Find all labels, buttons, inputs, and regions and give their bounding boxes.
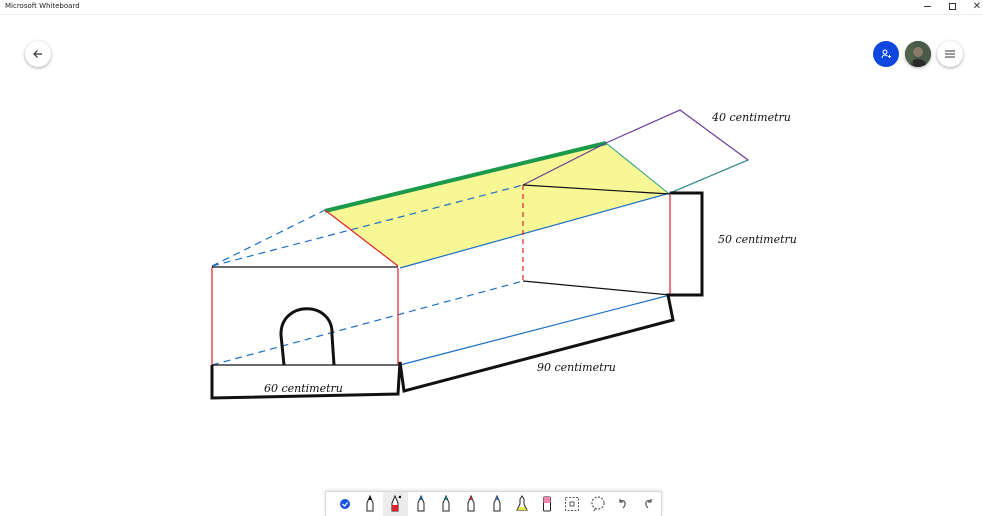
close-button[interactable]: ✕ (965, 0, 983, 13)
pen-teal-icon (442, 495, 450, 512)
select-check-icon (339, 499, 350, 509)
pen-blue[interactable] (408, 492, 433, 516)
lasso-tool[interactable] (585, 492, 610, 516)
pen-multicolor-icon (467, 495, 475, 512)
ink-drawing: 40 centimetru 50 centimetru 60 centimetr… (210, 109, 797, 400)
minimize-icon (923, 6, 931, 7)
label-top-depth: 40 centimetru (711, 111, 791, 124)
redo-icon (645, 499, 653, 509)
label-width: 60 centimetru (264, 382, 343, 395)
pen-teal[interactable] (433, 492, 458, 516)
close-icon: ✕ (972, 0, 982, 12)
pen-black[interactable] (357, 492, 382, 516)
pen-gradient-icon (493, 495, 501, 512)
ruler-tool[interactable] (560, 492, 585, 516)
undo-button[interactable] (610, 492, 635, 516)
lasso-icon (591, 496, 605, 512)
label-height: 50 centimetru (718, 233, 797, 246)
pen-multicolor[interactable] (459, 492, 484, 516)
maximize-icon (948, 3, 956, 10)
redo-button[interactable] (636, 492, 661, 516)
highlighter-tool[interactable] (509, 492, 534, 516)
select-tool[interactable] (332, 492, 357, 516)
whiteboard-canvas[interactable]: 40 centimetru 50 centimetru 60 centimetr… (0, 15, 983, 490)
eraser-tool[interactable] (535, 492, 560, 516)
highlighter-stroke (327, 143, 668, 268)
title-bar: Microsoft Whiteboard ✕ (0, 0, 983, 13)
pen-blue-icon (417, 495, 425, 512)
pen-red-icon (391, 495, 402, 512)
maximize-button[interactable] (940, 0, 964, 13)
pen-black-icon (366, 495, 374, 512)
ruler-icon (565, 497, 580, 511)
highlighter-icon (516, 495, 528, 511)
pen-red[interactable] (382, 492, 408, 516)
inking-toolbar (325, 491, 662, 516)
minimize-button[interactable] (915, 0, 939, 13)
eraser-icon (543, 496, 552, 512)
undo-icon (619, 499, 626, 509)
door-arch (279, 307, 336, 366)
label-length: 90 centimetru (537, 361, 616, 374)
pen-gradient[interactable] (484, 492, 509, 516)
app-title: Microsoft Whiteboard (5, 2, 80, 10)
